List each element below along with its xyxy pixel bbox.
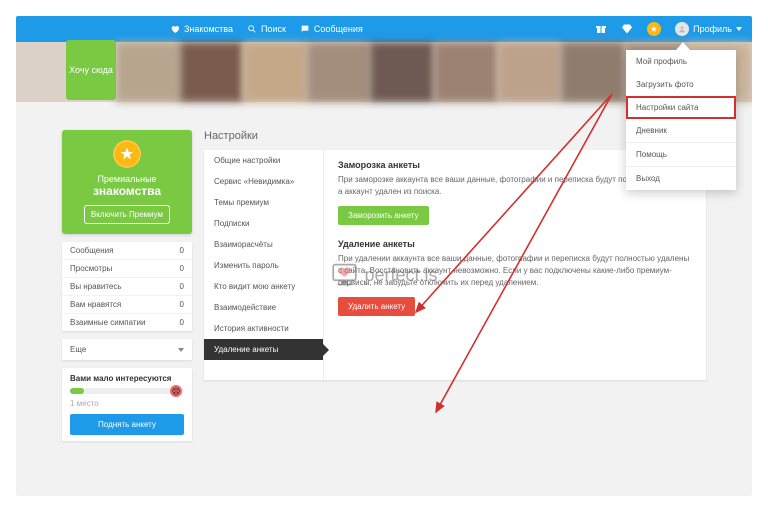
nav-dating[interactable]: Знакомства bbox=[170, 24, 233, 34]
gift-icon[interactable] bbox=[595, 23, 607, 35]
interest-bar: ☹ bbox=[70, 388, 184, 394]
profile-dropdown: Мой профиль Загрузить фото Настройки сай… bbox=[626, 50, 736, 190]
dropdown-diary[interactable]: Дневник bbox=[626, 119, 736, 142]
stat-row[interactable]: Взаимные симпатии0 bbox=[62, 314, 192, 331]
diamond-icon[interactable] bbox=[621, 23, 633, 35]
dropdown-help[interactable]: Помощь bbox=[626, 143, 736, 166]
want-here-button[interactable]: Хочу сюда bbox=[66, 40, 116, 100]
dropdown-logout[interactable]: Выход bbox=[626, 167, 736, 190]
raise-profile-button[interactable]: Поднять анкету bbox=[70, 414, 184, 435]
settings-nav-item[interactable]: Взаимодействие bbox=[204, 297, 323, 318]
premium-box: Премиальные знакомства Включить Премиум bbox=[62, 130, 192, 234]
delete-button[interactable]: Удалить анкету bbox=[338, 297, 415, 316]
nav-label: Знакомства bbox=[184, 24, 233, 34]
stats-box: Сообщения0Просмотры0Вы нравитесь0Вам нра… bbox=[62, 242, 192, 331]
dropdown-site-settings[interactable]: Настройки сайта bbox=[626, 96, 736, 119]
settings-nav-item[interactable]: Удаление анкеты bbox=[204, 339, 323, 360]
more-box[interactable]: Еще bbox=[62, 339, 192, 360]
settings-nav-item[interactable]: Общие настройки bbox=[204, 150, 323, 171]
stat-row[interactable]: Сообщения0 bbox=[62, 242, 192, 260]
nav-label: Сообщения bbox=[314, 24, 363, 34]
delete-heading: Удаление анкеты bbox=[338, 239, 692, 249]
stat-row[interactable]: Просмотры0 bbox=[62, 260, 192, 278]
settings-nav-item[interactable]: Взаиморасчёты bbox=[204, 234, 323, 255]
settings-nav-item[interactable]: Изменить пароль bbox=[204, 255, 323, 276]
settings-nav-item[interactable]: Кто видит мою анкету bbox=[204, 276, 323, 297]
interest-box: Вами мало интересуются ☹ 1 место Поднять… bbox=[62, 368, 192, 441]
premium-star-icon[interactable] bbox=[647, 22, 661, 36]
freeze-button[interactable]: Заморозить анкету bbox=[338, 206, 429, 225]
enable-premium-button[interactable]: Включить Премиум bbox=[84, 205, 170, 224]
dropdown-upload-photo[interactable]: Загрузить фото bbox=[626, 73, 736, 96]
settings-nav-item[interactable]: Подписки bbox=[204, 213, 323, 234]
nav-search[interactable]: Поиск bbox=[247, 24, 286, 34]
nav-messages[interactable]: Сообщения bbox=[300, 24, 363, 34]
stat-row[interactable]: Вы нравитесь0 bbox=[62, 278, 192, 296]
settings-nav: Общие настройкиСервис «Невидимка»Темы пр… bbox=[204, 150, 324, 380]
settings-nav-item[interactable]: Темы премиум bbox=[204, 192, 323, 213]
chevron-down-icon bbox=[736, 27, 742, 31]
settings-nav-item[interactable]: История активности bbox=[204, 318, 323, 339]
dropdown-my-profile[interactable]: Мой профиль bbox=[626, 50, 736, 73]
sad-face-icon: ☹ bbox=[170, 385, 182, 397]
settings-nav-item[interactable]: Сервис «Невидимка» bbox=[204, 171, 323, 192]
star-icon bbox=[113, 140, 141, 168]
avatar bbox=[675, 22, 689, 36]
profile-dropdown-toggle[interactable]: Профиль bbox=[675, 22, 742, 36]
stat-row[interactable]: Вам нравятся0 bbox=[62, 296, 192, 314]
topbar: Знакомства Поиск Сообщения Профиль bbox=[16, 16, 752, 42]
nav-label: Профиль bbox=[693, 24, 732, 34]
chevron-down-icon bbox=[178, 348, 184, 352]
nav-label: Поиск bbox=[261, 24, 286, 34]
